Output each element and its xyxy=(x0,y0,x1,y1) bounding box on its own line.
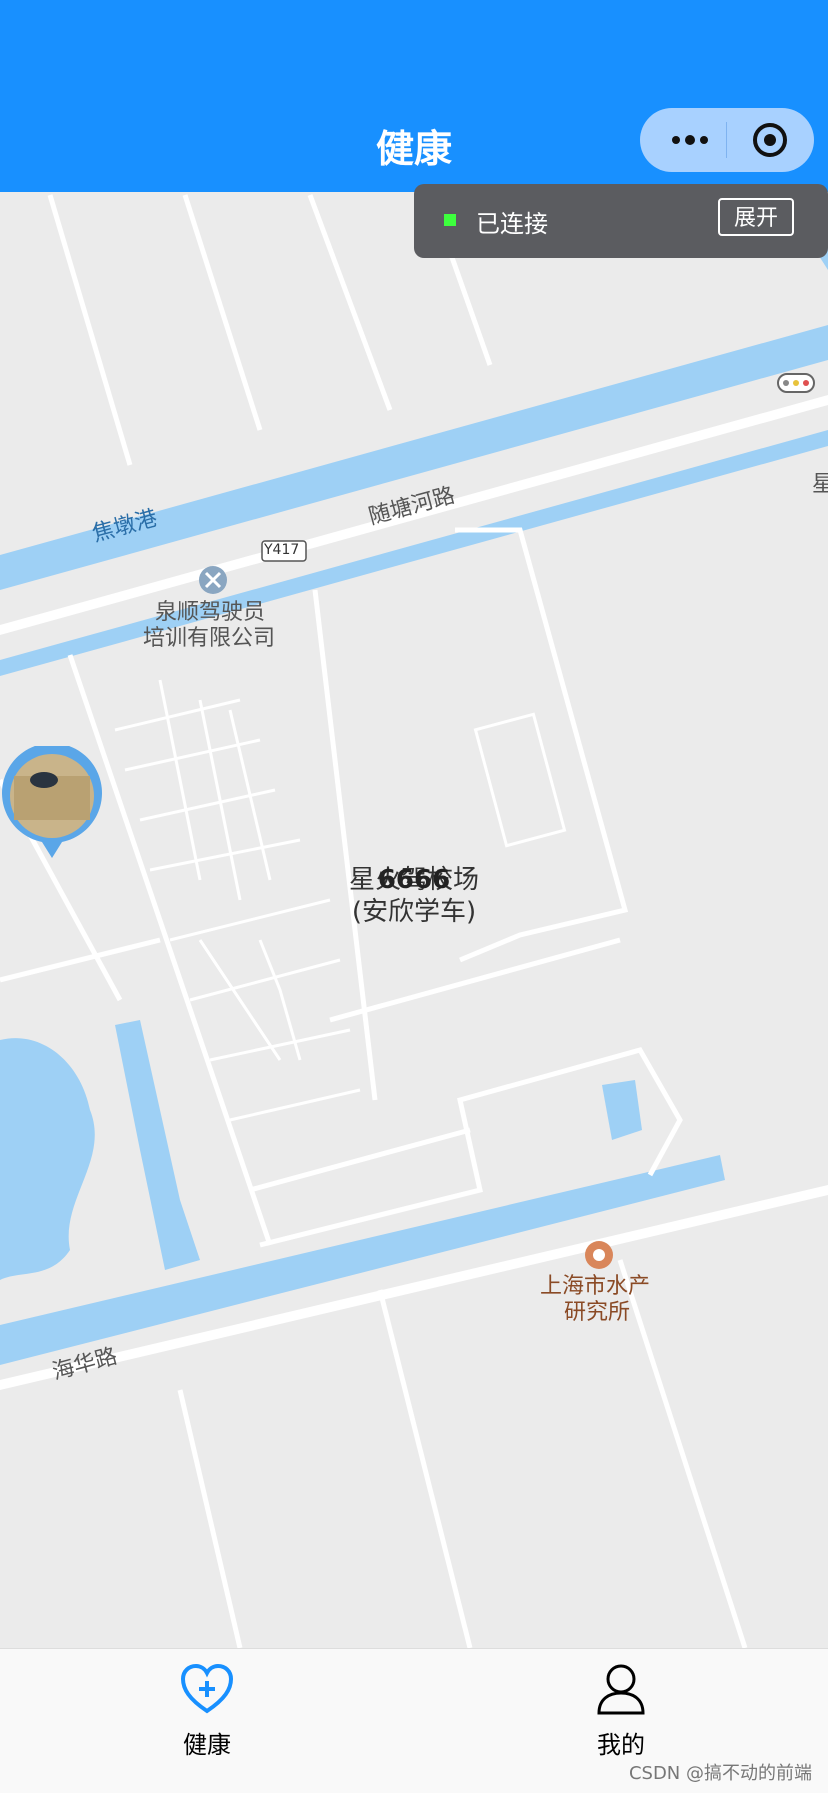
close-icon[interactable] xyxy=(750,120,790,160)
map-label-edge: 星 xyxy=(812,472,828,497)
map-poi-driving-school-line2: 培训有限公司 xyxy=(143,626,276,651)
connected-indicator xyxy=(444,214,456,226)
map-poi-fisheries-line1: 上海市水产 xyxy=(540,1274,651,1299)
expand-button[interactable]: 展开 xyxy=(718,198,794,236)
marker-overlay-number: 6666 xyxy=(377,865,451,895)
tab-health-label: 健康 xyxy=(183,1731,231,1759)
user-icon xyxy=(597,1664,645,1715)
more-icon[interactable] xyxy=(662,120,718,160)
capsule-divider xyxy=(726,122,727,158)
map-poi-driving-school-line1: 泉顺驾驶员 xyxy=(155,600,266,625)
tab-health[interactable]: 健康 xyxy=(107,1649,307,1793)
marker-subtitle: (安欣学车) xyxy=(351,897,477,927)
map-view[interactable]: 焦墩港 随塘河路 Y417 泉顺驾驶员 培训有限公司 上海市水产 研究所 海华路… xyxy=(0,192,828,1648)
heart-plus-icon xyxy=(180,1663,234,1714)
navigation-bar: 健康 xyxy=(0,0,828,192)
watermark: CSDN @搞不动的前端 xyxy=(628,1763,812,1784)
map-label-road-code: Y417 xyxy=(264,542,300,558)
connection-status-text: 已连接 xyxy=(476,210,548,238)
tab-bar: 健康 我的 CSDN @搞不动的前端 xyxy=(0,1648,828,1793)
map-poi-fisheries-line2: 研究所 xyxy=(564,1300,631,1325)
tab-mine-label: 我的 xyxy=(597,1731,645,1759)
connection-status-bar: 已连接 展开 xyxy=(414,184,828,258)
location-marker[interactable] xyxy=(0,746,104,866)
mini-program-capsule xyxy=(640,108,814,172)
